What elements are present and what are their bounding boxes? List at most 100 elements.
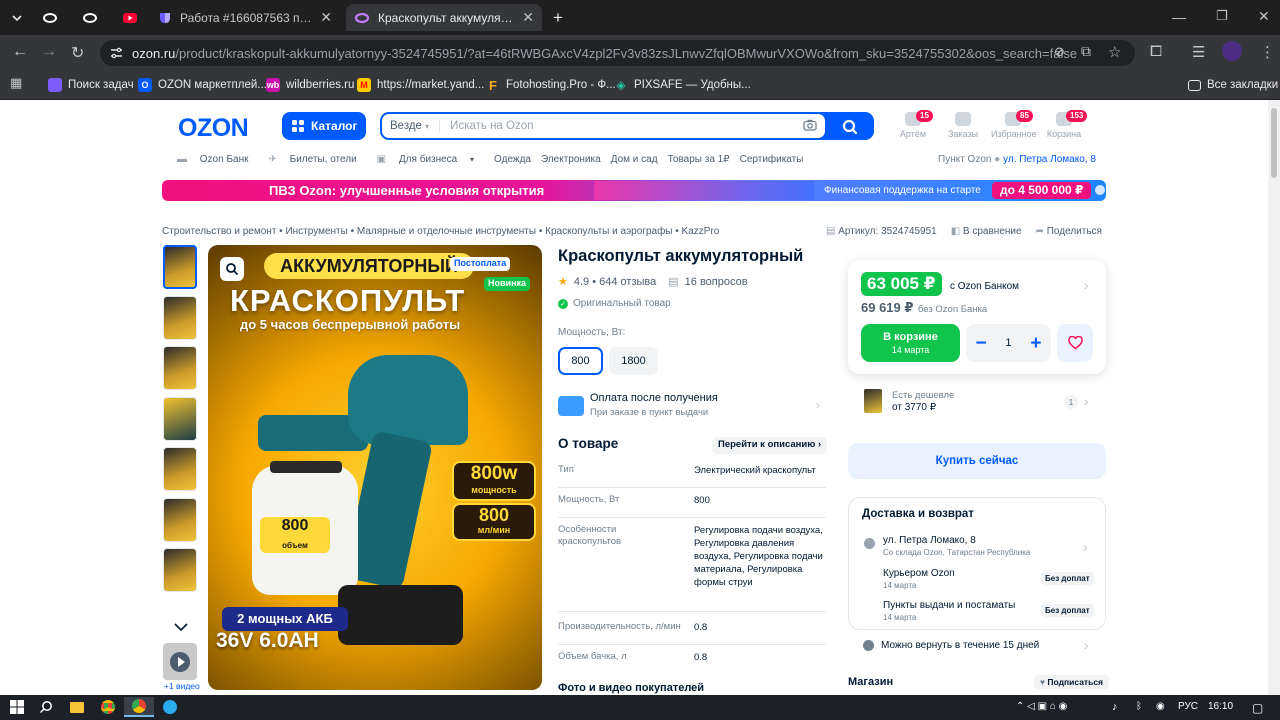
gallery-scroll-down-icon[interactable] xyxy=(173,622,189,632)
delivery-address[interactable]: ул. Петра Ломако, 8 Со склада Ozon, Татар… xyxy=(883,535,1030,557)
close-tab-icon[interactable]: ✕ xyxy=(522,9,534,26)
decrease-button[interactable]: − xyxy=(975,334,986,353)
volume-icon[interactable]: ♪ xyxy=(1112,701,1118,713)
tab-3[interactable] xyxy=(114,4,150,31)
breadcrumb-item[interactable]: Строительство и ремонт xyxy=(162,226,276,237)
bookmark-item[interactable]: wb wildberries.ru xyxy=(266,76,354,94)
article-number[interactable]: ▤ Артикул: 3524745951 xyxy=(826,226,937,237)
tab-4[interactable]: Работа #166087563 по заказу ✕ xyxy=(150,4,340,31)
header-profile[interactable]: 15 Артём xyxy=(891,110,935,139)
returns-info[interactable]: Можно вернуть в течение 15 дней › xyxy=(848,634,1106,656)
chevron-right-icon[interactable]: › xyxy=(1083,539,1088,555)
subnav-ozon-bank[interactable]: ▬ Ozon Банк xyxy=(177,154,258,168)
menu-icon[interactable]: ⋮ xyxy=(1260,43,1275,61)
bookmark-item[interactable]: Поиск задач xyxy=(48,76,134,94)
goto-description-button[interactable]: Перейти к описанию › xyxy=(712,437,828,454)
compare-button[interactable]: ◧ В сравнение xyxy=(951,226,1022,237)
subnav-electronics[interactable]: Электроника xyxy=(541,154,601,168)
scrollbar-thumb[interactable] xyxy=(1271,108,1277,178)
header-orders[interactable]: Заказы xyxy=(941,112,985,139)
gallery-thumbnail[interactable] xyxy=(163,346,197,390)
bookmark-item[interactable]: O OZON маркетплей... xyxy=(138,76,267,94)
bookmark-star-icon[interactable]: ☆ xyxy=(1108,43,1121,61)
subscribe-button[interactable]: ♥ Подписаться xyxy=(1034,675,1109,689)
subnav-clothes[interactable]: Одежда xyxy=(494,154,531,168)
tab-search-button[interactable] xyxy=(6,4,28,31)
file-explorer-icon[interactable] xyxy=(66,697,88,717)
breadcrumb-item[interactable]: Малярные и отделочные инструменты xyxy=(357,226,536,237)
telegram-icon[interactable] xyxy=(159,697,181,717)
search-icon[interactable] xyxy=(35,697,57,717)
tab-5-active[interactable]: Краскопульт аккумуляторный ✕ xyxy=(346,4,542,31)
gallery-thumbnail[interactable] xyxy=(163,497,197,542)
promo-banner[interactable]: ПВЗ Ozon: улучшенные условия открытия Фи… xyxy=(162,180,1106,201)
search-input[interactable]: Искать на Ozon xyxy=(450,120,533,132)
reading-list-icon[interactable]: ☰ xyxy=(1192,43,1205,61)
reload-icon[interactable]: ↻ xyxy=(71,43,84,63)
notifications-icon[interactable]: ▢ xyxy=(1252,701,1263,715)
buy-now-button[interactable]: Купить сейчас xyxy=(848,443,1106,479)
banner-close-icon[interactable] xyxy=(1095,185,1105,195)
image-search-icon[interactable] xyxy=(220,257,244,281)
product-main-image[interactable]: АККУМУЛЯТОРНЫЙ Постоплата Новинка КРАСКО… xyxy=(208,245,542,690)
rating-value[interactable]: 4.9 • 644 отзыва xyxy=(574,276,656,288)
eye-off-icon[interactable]: ⊘ xyxy=(1054,44,1065,60)
gallery-thumbnail[interactable] xyxy=(163,245,197,289)
breadcrumb-item[interactable]: Инструменты xyxy=(285,226,347,237)
cheaper-offer[interactable]: Есть дешевле от 3770 ₽ 1 › xyxy=(848,384,1106,420)
increase-button[interactable]: + xyxy=(1030,334,1041,353)
subnav-tickets[interactable]: ✈ Билеты, отели xyxy=(268,154,366,168)
share-button[interactable]: ➦ Поделиться xyxy=(1036,226,1102,237)
header-cart[interactable]: 153 Корзина xyxy=(1042,110,1088,139)
power-option-1800[interactable]: 1800 xyxy=(609,347,658,375)
close-tab-icon[interactable]: ✕ xyxy=(320,9,332,26)
bookmark-item[interactable]: Мhttps://market.yand... xyxy=(357,76,484,94)
page-scrollbar[interactable] xyxy=(1268,100,1280,695)
maximize-icon[interactable]: ❐ xyxy=(1216,8,1228,24)
search-icon[interactable] xyxy=(842,119,858,135)
subnav-certificates[interactable]: Сертификаты xyxy=(740,154,804,168)
extensions-icon[interactable]: ⧠ xyxy=(1150,43,1162,60)
bluetooth-icon[interactable]: ᛒ xyxy=(1136,701,1142,712)
catalog-button[interactable]: Каталог xyxy=(282,112,366,140)
in-cart-button[interactable]: В корзине 14 марта xyxy=(861,324,960,362)
gallery-thumbnail[interactable] xyxy=(163,396,197,441)
tag-postpay[interactable]: Постоплата xyxy=(450,257,511,271)
apps-grid-icon[interactable]: ▦ xyxy=(10,75,22,91)
language-indicator[interactable]: РУС xyxy=(1178,701,1198,712)
power-option-800[interactable]: 800 xyxy=(558,347,603,375)
search-scope-select[interactable]: Везде ▾ xyxy=(390,120,441,132)
clock[interactable]: 16:10 xyxy=(1208,701,1233,712)
subnav-one-ruble[interactable]: Товары за 1₽ xyxy=(668,154,730,168)
site-info-icon[interactable] xyxy=(110,47,123,59)
tab-1[interactable] xyxy=(34,4,70,31)
gallery-thumbnail[interactable] xyxy=(163,447,197,491)
gallery-thumbnail[interactable] xyxy=(163,548,197,592)
chrome-tray-icon[interactable]: ◉ xyxy=(1156,701,1165,712)
chrome-active-icon[interactable] xyxy=(124,697,154,717)
tray-icons[interactable]: ⌃ ◁ ▣ ⌂ ◉ xyxy=(1016,701,1067,712)
breadcrumb-item[interactable]: KazzPro xyxy=(682,226,720,237)
gallery-thumbnail[interactable] xyxy=(163,295,197,340)
close-window-icon[interactable]: ✕ xyxy=(1258,8,1270,25)
camera-search-icon[interactable] xyxy=(803,119,817,131)
windows-start-icon[interactable] xyxy=(6,697,28,717)
profile-avatar[interactable] xyxy=(1222,41,1242,61)
breadcrumb-item[interactable]: Краскопульты и аэрографы xyxy=(545,226,672,237)
minimize-icon[interactable]: — xyxy=(1172,9,1186,25)
new-tab-button[interactable]: + xyxy=(546,4,570,31)
bookmark-item[interactable]: F Fotohosting.Pro - Ф... xyxy=(486,76,616,94)
address-bar[interactable]: ozon.ru/product/kraskopult-akkumulyatorn… xyxy=(100,40,1135,66)
subnav-home[interactable]: Дом и сад xyxy=(611,154,658,168)
forward-icon[interactable]: → xyxy=(41,43,57,61)
back-icon[interactable]: ← xyxy=(12,43,28,61)
ozon-logo[interactable]: OZON xyxy=(178,114,249,143)
chrome-icon[interactable] xyxy=(97,697,119,717)
video-thumbnail[interactable] xyxy=(163,643,197,680)
all-bookmarks[interactable]: Все закладки xyxy=(1188,76,1278,94)
tab-2[interactable] xyxy=(74,4,110,31)
postpay-info[interactable]: Оплата после получения При заказе в пунк… xyxy=(558,392,826,422)
pickup-point[interactable]: Пункт Ozon ● ул. Петра Ломако, 8 xyxy=(938,154,1096,165)
questions-link[interactable]: 16 вопросов xyxy=(685,276,748,288)
install-app-icon[interactable]: ⧉ xyxy=(1081,43,1091,60)
